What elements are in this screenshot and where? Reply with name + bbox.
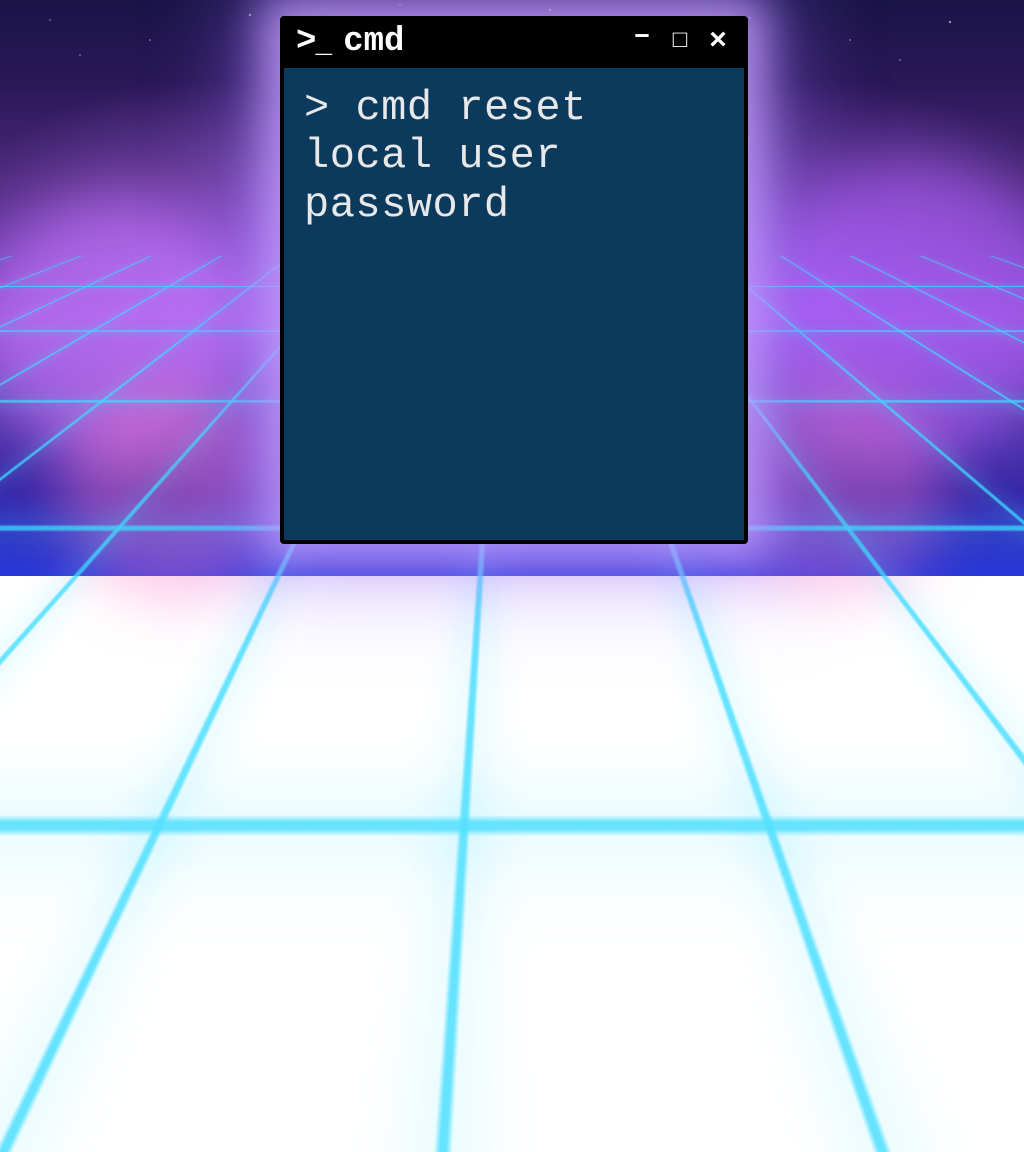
maximize-button[interactable]: □: [666, 30, 694, 54]
window-controls: – □ ×: [628, 27, 732, 57]
prompt-char: >: [304, 84, 330, 132]
title-bar[interactable]: >_ cmd – □ ×: [284, 20, 744, 68]
minimize-button[interactable]: –: [628, 21, 656, 51]
terminal-window[interactable]: >_ cmd – □ × > cmd reset local user pass…: [280, 16, 748, 544]
terminal-body[interactable]: > cmd reset local user password: [284, 68, 744, 540]
close-button[interactable]: ×: [704, 27, 732, 57]
window-title: cmd: [343, 23, 404, 61]
command-text: cmd reset local user password: [304, 84, 613, 229]
prompt-icon: >_: [296, 25, 329, 59]
